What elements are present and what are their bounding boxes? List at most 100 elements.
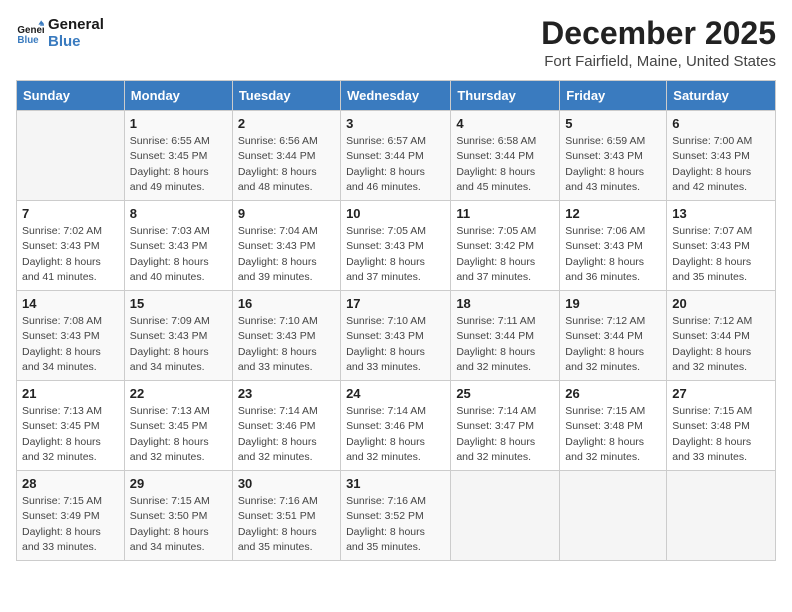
calendar-week-row: 1 Sunrise: 6:55 AM Sunset: 3:45 PM Daylig… bbox=[17, 111, 776, 201]
day-info: Sunrise: 7:04 AM Sunset: 3:43 PM Dayligh… bbox=[238, 224, 335, 285]
day-info: Sunrise: 7:13 AM Sunset: 3:45 PM Dayligh… bbox=[130, 404, 227, 465]
calendar-cell: 7Sunrise: 7:02 AM Sunset: 3:43 PM Daylig… bbox=[17, 201, 125, 291]
calendar-cell: 16Sunrise: 7:10 AM Sunset: 3:43 PM Dayli… bbox=[232, 291, 340, 381]
day-number: 14 bbox=[22, 296, 119, 311]
calendar-cell: 1 Sunrise: 6:55 AM Sunset: 3:45 PM Daylig… bbox=[124, 111, 232, 201]
calendar-cell: 30 Sunrise: 7:16 AM Sunset: 3:51 PM Dayli… bbox=[232, 471, 340, 561]
day-info: Sunrise: 7:00 AM Sunset: 3:43 PM Dayligh… bbox=[672, 134, 770, 195]
day-info: Sunrise: 7:15 AM Sunset: 3:48 PM Dayligh… bbox=[672, 404, 770, 465]
day-number: 17 bbox=[346, 296, 445, 311]
calendar-cell: 13 Sunrise: 7:07 AM Sunset: 3:43 PM Dayli… bbox=[667, 201, 776, 291]
day-number: 1 bbox=[130, 116, 227, 131]
calendar-cell: 6 Sunrise: 7:00 AM Sunset: 3:43 PM Daylig… bbox=[667, 111, 776, 201]
day-info: Sunrise: 7:16 AM Sunset: 3:52 PM Dayligh… bbox=[346, 494, 445, 555]
day-number: 18 bbox=[456, 296, 554, 311]
day-number: 10 bbox=[346, 206, 445, 221]
calendar-day-header: Sunday bbox=[17, 81, 125, 111]
day-info: Sunrise: 6:57 AM Sunset: 3:44 PM Dayligh… bbox=[346, 134, 445, 195]
calendar-cell: 18 Sunrise: 7:11 AM Sunset: 3:44 PM Dayli… bbox=[451, 291, 560, 381]
calendar-week-row: 28 Sunrise: 7:15 AM Sunset: 3:49 PM Dayli… bbox=[17, 471, 776, 561]
calendar-cell: 25 Sunrise: 7:14 AM Sunset: 3:47 PM Dayli… bbox=[451, 381, 560, 471]
day-info: Sunrise: 6:56 AM Sunset: 3:44 PM Dayligh… bbox=[238, 134, 335, 195]
day-number: 15 bbox=[130, 296, 227, 311]
calendar-cell: 22 Sunrise: 7:13 AM Sunset: 3:45 PM Dayli… bbox=[124, 381, 232, 471]
day-info: Sunrise: 7:08 AM Sunset: 3:43 PM Dayligh… bbox=[22, 314, 119, 375]
day-info: Sunrise: 7:15 AM Sunset: 3:49 PM Dayligh… bbox=[22, 494, 119, 555]
day-info: Sunrise: 7:09 AM Sunset: 3:43 PM Dayligh… bbox=[130, 314, 227, 375]
page-header: General Blue General Blue December 2025 … bbox=[16, 16, 776, 70]
day-number: 25 bbox=[456, 386, 554, 401]
calendar-day-header: Tuesday bbox=[232, 81, 340, 111]
day-info: Sunrise: 7:14 AM Sunset: 3:46 PM Dayligh… bbox=[238, 404, 335, 465]
calendar-cell: 3 Sunrise: 6:57 AM Sunset: 3:44 PM Daylig… bbox=[341, 111, 451, 201]
day-number: 4 bbox=[456, 116, 554, 131]
day-info: Sunrise: 7:11 AM Sunset: 3:44 PM Dayligh… bbox=[456, 314, 554, 375]
day-info: Sunrise: 7:14 AM Sunset: 3:47 PM Dayligh… bbox=[456, 404, 554, 465]
day-info: Sunrise: 7:07 AM Sunset: 3:43 PM Dayligh… bbox=[672, 224, 770, 285]
calendar-week-row: 21 Sunrise: 7:13 AM Sunset: 3:45 PM Dayli… bbox=[17, 381, 776, 471]
day-number: 20 bbox=[672, 296, 770, 311]
calendar-cell: 23Sunrise: 7:14 AM Sunset: 3:46 PM Dayli… bbox=[232, 381, 340, 471]
calendar-cell: 24 Sunrise: 7:14 AM Sunset: 3:46 PM Dayli… bbox=[341, 381, 451, 471]
day-info: Sunrise: 6:55 AM Sunset: 3:45 PM Dayligh… bbox=[130, 134, 227, 195]
day-number: 11 bbox=[456, 206, 554, 221]
calendar-cell: 4Sunrise: 6:58 AM Sunset: 3:44 PM Daylig… bbox=[451, 111, 560, 201]
calendar-cell bbox=[451, 471, 560, 561]
calendar-cell: 14 Sunrise: 7:08 AM Sunset: 3:43 PM Dayli… bbox=[17, 291, 125, 381]
day-info: Sunrise: 7:14 AM Sunset: 3:46 PM Dayligh… bbox=[346, 404, 445, 465]
day-number: 24 bbox=[346, 386, 445, 401]
day-number: 6 bbox=[672, 116, 770, 131]
day-number: 21 bbox=[22, 386, 119, 401]
day-info: Sunrise: 6:59 AM Sunset: 3:43 PM Dayligh… bbox=[565, 134, 661, 195]
day-number: 22 bbox=[130, 386, 227, 401]
calendar-header-row: SundayMondayTuesdayWednesdayThursdayFrid… bbox=[17, 81, 776, 111]
day-number: 29 bbox=[130, 476, 227, 491]
day-number: 12 bbox=[565, 206, 661, 221]
day-info: Sunrise: 7:15 AM Sunset: 3:48 PM Dayligh… bbox=[565, 404, 661, 465]
day-number: 7 bbox=[22, 206, 119, 221]
calendar-cell: 26 Sunrise: 7:15 AM Sunset: 3:48 PM Dayli… bbox=[560, 381, 667, 471]
calendar-cell: 10Sunrise: 7:05 AM Sunset: 3:43 PM Dayli… bbox=[341, 201, 451, 291]
logo-icon: General Blue bbox=[16, 19, 44, 47]
calendar-cell: 28 Sunrise: 7:15 AM Sunset: 3:49 PM Dayli… bbox=[17, 471, 125, 561]
day-number: 19 bbox=[565, 296, 661, 311]
month-title: December 2025 bbox=[541, 16, 776, 51]
day-info: Sunrise: 7:10 AM Sunset: 3:43 PM Dayligh… bbox=[346, 314, 445, 375]
day-number: 31 bbox=[346, 476, 445, 491]
calendar-day-header: Thursday bbox=[451, 81, 560, 111]
calendar-cell: 11Sunrise: 7:05 AM Sunset: 3:42 PM Dayli… bbox=[451, 201, 560, 291]
calendar-cell: 15 Sunrise: 7:09 AM Sunset: 3:43 PM Dayli… bbox=[124, 291, 232, 381]
day-info: Sunrise: 7:06 AM Sunset: 3:43 PM Dayligh… bbox=[565, 224, 661, 285]
title-block: December 2025 Fort Fairfield, Maine, Uni… bbox=[541, 16, 776, 70]
day-number: 28 bbox=[22, 476, 119, 491]
day-number: 3 bbox=[346, 116, 445, 131]
location: Fort Fairfield, Maine, United States bbox=[541, 53, 776, 70]
calendar-table: SundayMondayTuesdayWednesdayThursdayFrid… bbox=[16, 80, 776, 561]
calendar-cell: 5 Sunrise: 6:59 AM Sunset: 3:43 PM Daylig… bbox=[560, 111, 667, 201]
calendar-cell: 31 Sunrise: 7:16 AM Sunset: 3:52 PM Dayli… bbox=[341, 471, 451, 561]
calendar-cell: 20 Sunrise: 7:12 AM Sunset: 3:44 PM Dayli… bbox=[667, 291, 776, 381]
calendar-day-header: Saturday bbox=[667, 81, 776, 111]
calendar-day-header: Friday bbox=[560, 81, 667, 111]
day-number: 27 bbox=[672, 386, 770, 401]
day-number: 5 bbox=[565, 116, 661, 131]
day-number: 2 bbox=[238, 116, 335, 131]
calendar-cell: 8Sunrise: 7:03 AM Sunset: 3:43 PM Daylig… bbox=[124, 201, 232, 291]
calendar-cell bbox=[17, 111, 125, 201]
day-info: Sunrise: 7:16 AM Sunset: 3:51 PM Dayligh… bbox=[238, 494, 335, 555]
day-number: 30 bbox=[238, 476, 335, 491]
logo-blue: Blue bbox=[48, 33, 104, 50]
day-info: Sunrise: 7:12 AM Sunset: 3:44 PM Dayligh… bbox=[672, 314, 770, 375]
calendar-day-header: Wednesday bbox=[341, 81, 451, 111]
day-number: 16 bbox=[238, 296, 335, 311]
day-number: 13 bbox=[672, 206, 770, 221]
day-number: 26 bbox=[565, 386, 661, 401]
calendar-cell: 19 Sunrise: 7:12 AM Sunset: 3:44 PM Dayli… bbox=[560, 291, 667, 381]
calendar-cell: 9Sunrise: 7:04 AM Sunset: 3:43 PM Daylig… bbox=[232, 201, 340, 291]
day-info: Sunrise: 7:12 AM Sunset: 3:44 PM Dayligh… bbox=[565, 314, 661, 375]
calendar-week-row: 14 Sunrise: 7:08 AM Sunset: 3:43 PM Dayli… bbox=[17, 291, 776, 381]
calendar-day-header: Monday bbox=[124, 81, 232, 111]
day-info: Sunrise: 7:15 AM Sunset: 3:50 PM Dayligh… bbox=[130, 494, 227, 555]
calendar-body: 1 Sunrise: 6:55 AM Sunset: 3:45 PM Daylig… bbox=[17, 111, 776, 561]
logo: General Blue General Blue bbox=[16, 16, 104, 50]
